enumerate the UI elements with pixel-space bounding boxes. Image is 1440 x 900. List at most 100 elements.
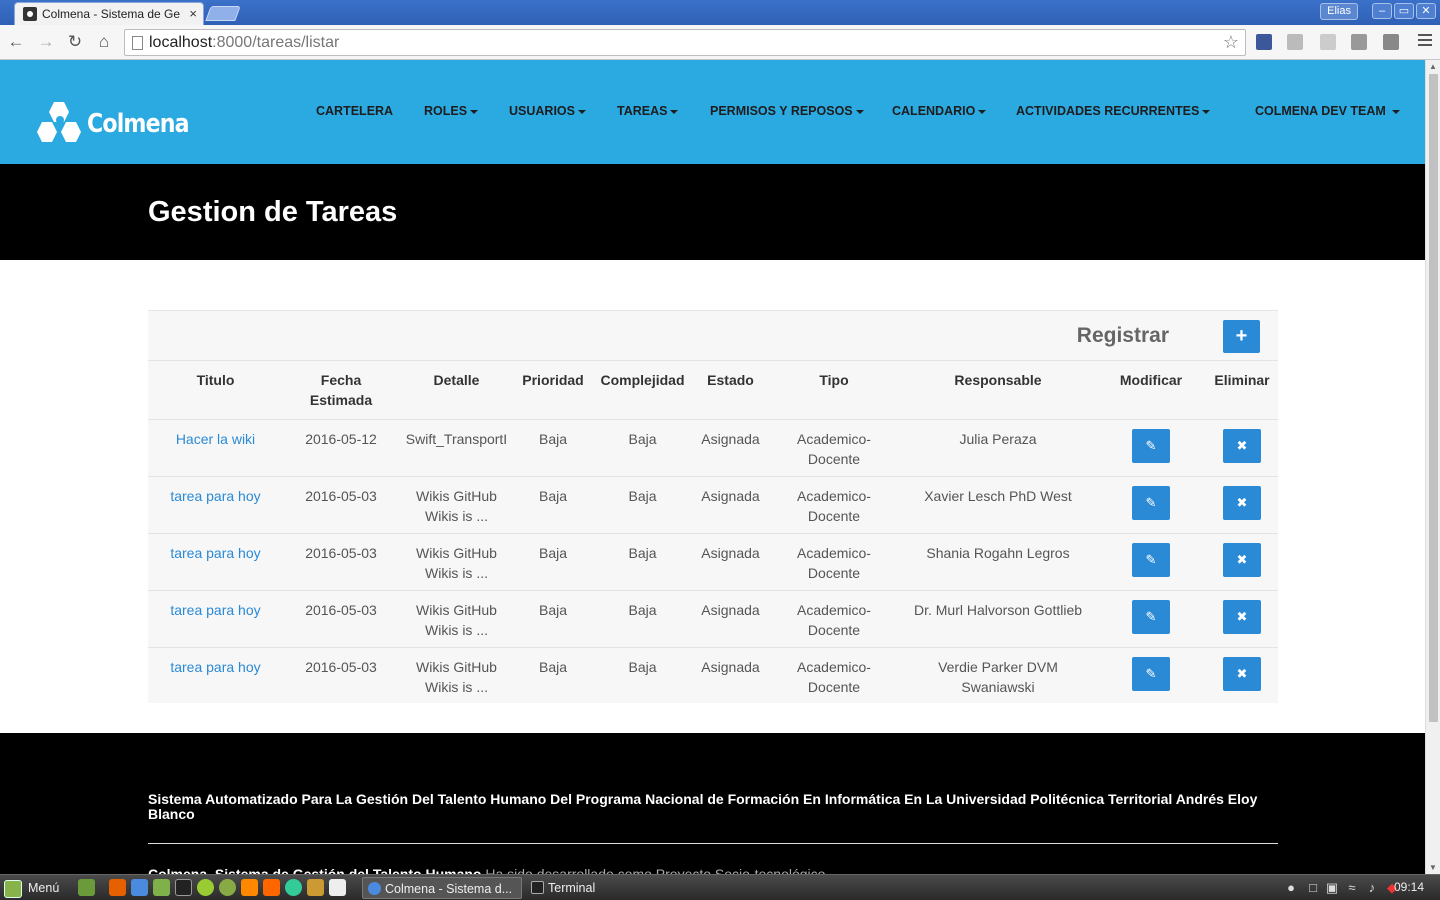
times-icon: ✖ [1236,438,1248,453]
extension-icon[interactable] [1287,34,1303,50]
page-header: Gestion de Tareas [0,164,1425,260]
browser-tab-strip: Colmena - Sistema de Ge × Elias – ▭ ✕ [0,0,1440,25]
browser-tab[interactable]: Colmena - Sistema de Ge × [14,2,204,25]
cell-fecha: 2016-05-03 [305,659,377,675]
user-icon[interactable]: ● [1284,881,1298,895]
nav-roles[interactable]: ROLES [424,104,479,118]
task-title-link[interactable]: Hacer la wiki [176,431,255,447]
task-title-link[interactable]: tarea para hoy [170,602,260,618]
task-chrome-window[interactable]: Colmena - Sistema d... [362,877,522,899]
col-header-tipo[interactable]: Tipo [768,361,900,420]
clipboard-icon[interactable]: □ [1306,881,1320,895]
terminal-icon [531,881,544,894]
col-header-detalle[interactable]: Detalle [399,361,514,420]
settings-launcher-icon[interactable] [241,879,258,896]
add-task-button[interactable]: + [1223,320,1260,353]
scroll-down-icon[interactable]: ▼ [1429,863,1437,872]
home-icon[interactable]: ⌂ [94,32,114,52]
times-icon: ✖ [1236,552,1248,567]
cell-prioridad: Baja [514,590,592,648]
chrome-icon[interactable] [131,879,148,896]
col-header-complejidad[interactable]: Complejidad [592,361,693,420]
pencil-icon: ✎ [1145,495,1157,510]
terminal-launcher-icon[interactable] [175,879,192,896]
forward-icon[interactable]: → [36,32,56,52]
cell-fecha: 2016-05-12 [283,419,399,477]
page-scrollbar[interactable]: ▲ ▼ [1425,60,1440,874]
nav-usuarios[interactable]: USUARIOS [509,104,586,118]
scroll-up-icon[interactable]: ▲ [1429,62,1437,71]
times-icon: ✖ [1236,666,1248,681]
task-title-link[interactable]: tarea para hoy [170,488,260,504]
address-bar[interactable]: localhost:8000/tareas/listar ☆ [124,29,1246,56]
col-header-responsable[interactable]: Responsable [900,361,1096,420]
nav-permisos-reposos[interactable]: PERMISOS Y REPOSOS [710,104,864,118]
url-text: localhost:8000/tareas/listar [149,34,340,51]
col-header-prioridad[interactable]: Prioridad [514,361,592,420]
minimize-button[interactable]: – [1372,3,1392,19]
cell-tipo: Academico- Docente [768,419,900,477]
cell-responsable: Xavier Lesch PhD West [900,476,1096,534]
extension-icon[interactable] [1320,34,1336,50]
cell-complejidad: Baja [592,419,693,477]
nav-user-menu[interactable]: COLMENA DEV TEAM [1255,104,1400,118]
brand-name: Colmena [87,109,190,139]
nav-tareas[interactable]: TAREAS [617,104,679,118]
edit-task-button[interactable]: ✎ [1132,657,1170,691]
col-header-estado[interactable]: Estado [693,361,768,420]
maximize-button[interactable]: ▭ [1394,3,1414,19]
edit-task-button[interactable]: ✎ [1132,543,1170,577]
delete-task-button[interactable]: ✖ [1223,657,1261,691]
edit-task-button[interactable]: ✎ [1132,486,1170,520]
star-icon[interactable]: ☆ [1223,32,1239,53]
close-window-button[interactable]: ✕ [1416,3,1436,19]
app-launcher-icon[interactable] [329,879,346,896]
new-tab-button[interactable] [205,6,241,21]
clock[interactable]: 09:14 [1394,880,1424,894]
task-title-link[interactable]: tarea para hoy [170,659,260,675]
tab-close-icon[interactable]: × [189,6,197,21]
back-icon[interactable]: ← [6,32,26,52]
editor-launcher-icon[interactable] [263,879,280,896]
cell-estado: Asignada [693,419,768,477]
show-desktop-icon[interactable] [78,879,95,896]
extension-icon[interactable] [1351,34,1367,50]
nav-cartelera[interactable]: CARTELERA [316,104,393,118]
monitor-launcher-icon[interactable] [307,879,324,896]
cell-estado: Asignada [693,476,768,534]
task-terminal-window[interactable]: Terminal [526,877,646,899]
volume-icon[interactable]: ♪ [1365,881,1379,895]
menu-icon[interactable] [1418,32,1432,48]
cell-prioridad: Baja [514,533,592,591]
scrollbar-thumb[interactable] [1429,74,1438,722]
cell-complejidad: Baja [592,590,693,648]
app-launcher-icon[interactable] [285,879,302,896]
edit-task-button[interactable]: ✎ [1132,429,1170,463]
pencil-icon: ✎ [1145,438,1157,453]
app-launcher-icon[interactable] [219,879,236,896]
files-icon[interactable] [153,879,170,896]
update-icon[interactable]: ▣ [1325,881,1339,895]
delete-task-button[interactable]: ✖ [1223,543,1261,577]
col-header-fecha[interactable]: Fecha Estimada [283,361,399,420]
delete-task-button[interactable]: ✖ [1223,429,1261,463]
firefox-icon[interactable] [109,879,126,896]
start-menu-button[interactable]: Menú [4,878,59,898]
cell-fecha: 2016-05-03 [283,590,399,648]
extension-icon[interactable] [1383,34,1399,50]
cell-detalle: Wikis GitHub Wikis is ... [399,476,514,534]
nav-actividades-recurrentes[interactable]: ACTIVIDADES RECURRENTES [1016,104,1211,118]
wifi-icon[interactable]: ≈ [1345,881,1359,895]
extension-icon[interactable] [1256,34,1272,50]
reload-icon[interactable]: ↻ [65,32,85,52]
task-title-link[interactable]: tarea para hoy [170,545,260,561]
brand[interactable]: Colmena [35,102,207,146]
browser-user-badge[interactable]: Elias [1320,3,1358,20]
edit-task-button[interactable]: ✎ [1132,600,1170,634]
delete-task-button[interactable]: ✖ [1223,486,1261,520]
col-header-titulo[interactable]: Titulo [148,361,283,420]
delete-task-button[interactable]: ✖ [1223,600,1261,634]
times-icon: ✖ [1236,495,1248,510]
nav-calendario[interactable]: CALENDARIO [892,104,987,118]
app-launcher-icon[interactable] [197,879,214,896]
